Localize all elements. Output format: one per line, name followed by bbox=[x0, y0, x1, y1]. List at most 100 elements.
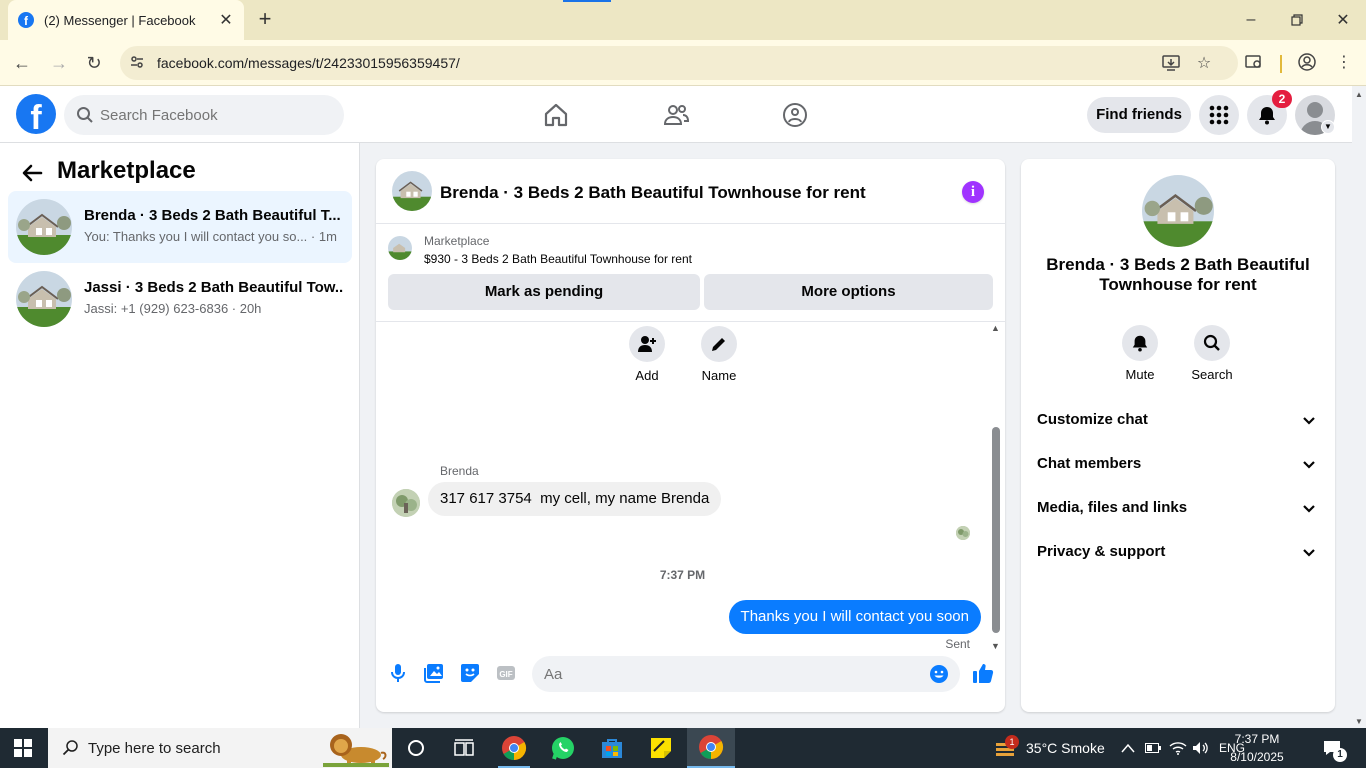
taskbar-search-text: Type here to search bbox=[88, 740, 221, 757]
section-label: Customize chat bbox=[1037, 411, 1148, 428]
more-options-button[interactable]: More options bbox=[704, 274, 993, 310]
network-status[interactable] bbox=[1169, 728, 1187, 768]
search-in-chat-button[interactable]: Search bbox=[1182, 325, 1242, 382]
privacy-support-section[interactable]: Privacy & support bbox=[1029, 530, 1327, 574]
wifi-icon bbox=[1169, 742, 1187, 755]
home-icon[interactable] bbox=[542, 101, 570, 129]
browser-tab[interactable]: f (2) Messenger | Facebook ✕ bbox=[8, 0, 244, 40]
taskbar-chrome-profile-app[interactable] bbox=[490, 728, 538, 768]
section-label: Chat members bbox=[1037, 455, 1142, 472]
chat-listing-thumbnail[interactable] bbox=[392, 171, 432, 211]
close-window-icon[interactable]: ✕ bbox=[1333, 10, 1353, 30]
gif-icon[interactable]: GIF bbox=[496, 663, 516, 683]
scrollbar-thumb[interactable] bbox=[992, 427, 1000, 633]
taskbar-store-app[interactable] bbox=[588, 728, 636, 768]
message-input[interactable] bbox=[544, 656, 914, 692]
bell-icon bbox=[1132, 335, 1148, 352]
minimize-window-icon[interactable]: – bbox=[1241, 10, 1261, 30]
tab-title: (2) Messenger | Facebook bbox=[44, 12, 196, 28]
media-files-links-section[interactable]: Media, files and links bbox=[1029, 486, 1327, 530]
sender-name: Brenda bbox=[440, 464, 479, 478]
scroll-down-icon[interactable]: ▼ bbox=[1355, 717, 1363, 726]
customize-chat-section[interactable]: Customize chat bbox=[1029, 398, 1327, 442]
page-scrollbar[interactable]: ▲ ▼ bbox=[1352, 86, 1366, 728]
taskbar-clock[interactable]: 7:37 PM 8/10/2025 bbox=[1223, 730, 1291, 766]
scroll-up-icon[interactable]: ▲ bbox=[1355, 90, 1363, 99]
site-info-icon[interactable] bbox=[128, 54, 146, 72]
taskbar-chrome-app[interactable] bbox=[687, 728, 735, 768]
find-friends-button[interactable]: Find friends bbox=[1087, 97, 1191, 133]
chevron-down-icon bbox=[1303, 417, 1315, 425]
add-people-button[interactable]: Add bbox=[617, 326, 677, 383]
chat-members-section[interactable]: Chat members bbox=[1029, 442, 1327, 486]
url-text: facebook.com/messages/t/2423301595635945… bbox=[157, 55, 460, 71]
address-bar[interactable]: facebook.com/messages/t/2423301595635945… bbox=[120, 46, 1238, 80]
notification-badge: 2 bbox=[1272, 90, 1292, 108]
sidebar-title: Marketplace bbox=[57, 157, 196, 184]
volume-control[interactable] bbox=[1192, 728, 1210, 768]
mark-as-pending-button[interactable]: Mark as pending bbox=[388, 274, 700, 310]
sticky-notes-icon bbox=[651, 738, 671, 758]
back-arrow-icon[interactable] bbox=[20, 161, 44, 185]
chat-panel: Brenda · 3 Beds 2 Bath Beautiful Townhou… bbox=[376, 159, 1005, 712]
tab-search-icon[interactable] bbox=[1244, 53, 1264, 73]
search-icon bbox=[1203, 334, 1220, 351]
profile-icon[interactable] bbox=[1297, 53, 1317, 73]
browser-menu-icon[interactable]: ⋮ bbox=[1334, 53, 1354, 73]
taskbar-sticky-notes-app[interactable] bbox=[637, 728, 685, 768]
back-arrow-icon[interactable]: ← bbox=[12, 53, 32, 73]
photo-icon[interactable] bbox=[424, 663, 444, 683]
message-timestamp: 7:37 PM bbox=[659, 568, 706, 582]
thumbs-up-icon[interactable] bbox=[972, 662, 994, 684]
search-icon bbox=[62, 740, 78, 756]
windows-start-icon[interactable] bbox=[14, 739, 32, 757]
chat-header: Brenda · 3 Beds 2 Bath Beautiful Townhou… bbox=[376, 159, 1005, 224]
taskbar-search[interactable]: Type here to search bbox=[48, 728, 392, 768]
reload-icon[interactable]: ↻ bbox=[84, 53, 104, 73]
microphone-icon[interactable] bbox=[388, 663, 408, 683]
chevron-down-icon[interactable]: ▼ bbox=[1321, 120, 1335, 134]
bookmark-star-icon[interactable]: ☆ bbox=[1194, 54, 1214, 74]
taskbar-whatsapp-app[interactable] bbox=[539, 728, 587, 768]
read-receipt-avatar bbox=[956, 526, 970, 540]
facebook-logo-icon[interactable]: f bbox=[16, 94, 56, 134]
scroll-up-icon[interactable]: ▲ bbox=[991, 323, 1000, 333]
info-chat-name: Brenda · 3 Beds 2 Bath Beautiful Townhou… bbox=[1046, 255, 1310, 294]
conversation-item-jassi[interactable]: Jassi · 3 Beds 2 Bath Beautiful Tow... J… bbox=[8, 263, 352, 335]
groups-icon[interactable] bbox=[781, 101, 809, 129]
sticker-icon[interactable] bbox=[460, 663, 480, 683]
task-view-button[interactable] bbox=[440, 728, 488, 768]
emoji-icon[interactable] bbox=[929, 664, 949, 684]
mute-button[interactable]: Mute bbox=[1110, 325, 1170, 382]
mute-label: Mute bbox=[1125, 367, 1155, 382]
close-tab-icon[interactable]: ✕ bbox=[218, 10, 234, 30]
show-hidden-icons[interactable] bbox=[1121, 728, 1135, 768]
listing-title[interactable]: $930 - 3 Beds 2 Bath Beautiful Townhouse… bbox=[424, 252, 692, 266]
facebook-search-input[interactable] bbox=[100, 95, 330, 135]
conversation-item-brenda[interactable]: Brenda · 3 Beds 2 Bath Beautiful T... Yo… bbox=[8, 191, 352, 263]
chevron-down-icon bbox=[1303, 461, 1315, 469]
add-person-icon bbox=[638, 336, 656, 352]
outgoing-message[interactable]: Thanks you I will contact you soon bbox=[728, 600, 981, 634]
friends-icon[interactable] bbox=[662, 101, 690, 129]
chat-scrollbar[interactable]: ▲ ▼ bbox=[989, 322, 1003, 651]
grid-icon bbox=[1209, 105, 1229, 125]
forward-arrow-icon[interactable]: → bbox=[49, 53, 69, 73]
weather-badge: 1 bbox=[1005, 735, 1019, 749]
name-chat-button[interactable]: Name bbox=[689, 326, 749, 383]
chat-title[interactable]: Brenda · 3 Beds 2 Bath Beautiful Townhou… bbox=[440, 183, 866, 203]
menu-grid-button[interactable] bbox=[1199, 95, 1239, 135]
bell-icon bbox=[1259, 107, 1275, 125]
info-icon[interactable]: i bbox=[962, 181, 984, 203]
cortana-button[interactable] bbox=[392, 728, 440, 768]
new-tab-button[interactable]: + bbox=[254, 8, 276, 30]
install-app-icon[interactable] bbox=[1161, 54, 1181, 74]
restore-window-icon[interactable] bbox=[1287, 10, 1307, 30]
chat-info-panel: Brenda · 3 Beds 2 Bath Beautiful Townhou… bbox=[1021, 159, 1335, 712]
incoming-message[interactable]: 317 617 3754 my cell, my name Brenda bbox=[428, 482, 722, 516]
facebook-search[interactable] bbox=[64, 95, 344, 135]
scroll-down-icon[interactable]: ▼ bbox=[991, 641, 1000, 651]
add-label: Add bbox=[635, 368, 659, 383]
battery-status[interactable] bbox=[1145, 728, 1161, 768]
facebook-favicon-icon: f bbox=[18, 12, 34, 28]
